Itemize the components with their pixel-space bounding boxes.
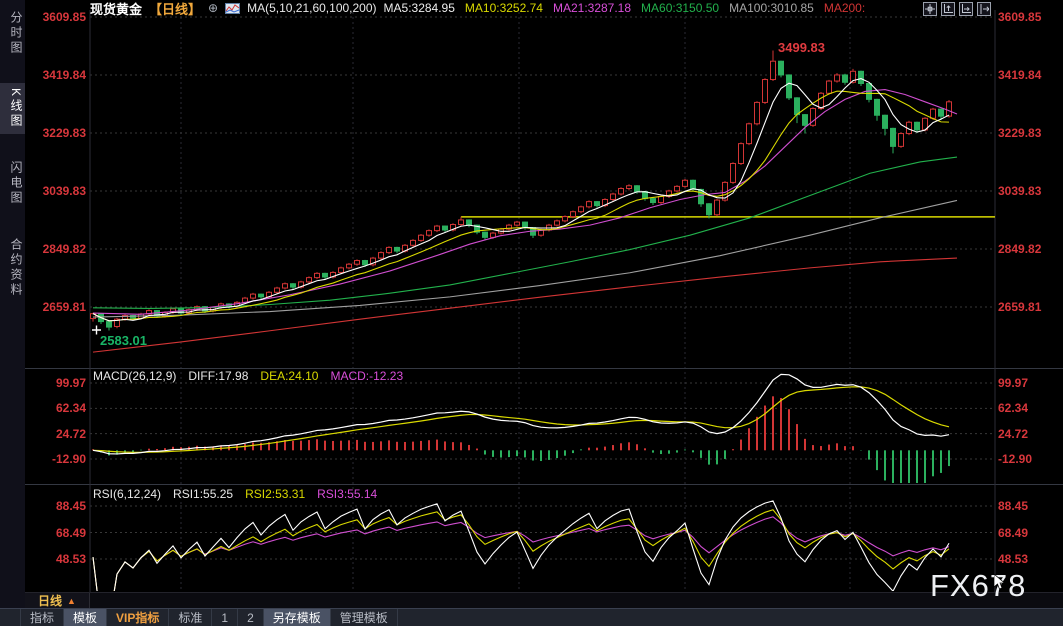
ma-settings-label: MA(5,10,21,60,100,200) — [247, 1, 377, 15]
sidebar: 分时图 K线图闪电图合约资料 — [0, 0, 25, 608]
macd-axis-label-left: 99.97 — [55, 376, 86, 390]
rsi-axis-label-left: 48.53 — [55, 552, 86, 566]
mouse-cursor — [994, 574, 1006, 590]
toolbar-tab[interactable]: VIP指标 — [107, 609, 170, 626]
macd-axis-label-right: 62.34 — [998, 401, 1029, 415]
macd-title: MACD(26,12,9) — [93, 369, 177, 383]
ma-readout: MA200: — [823, 1, 866, 15]
price-axis-label-left: 2849.82 — [42, 242, 86, 256]
price-axis-label-right: 3419.84 — [998, 68, 1042, 82]
price-axis-label-left: 3419.84 — [42, 68, 86, 82]
sidebar-item[interactable]: 闪电图 — [0, 156, 25, 211]
price-axis-label-left: 2659.81 — [42, 300, 86, 314]
price-axis-label-left: 3609.85 — [42, 10, 86, 24]
kline-chart-canvas[interactable] — [0, 0, 1063, 626]
rsi-axis-label-right: 48.53 — [998, 552, 1029, 566]
toolbar-tab[interactable]: 1 — [212, 609, 239, 626]
macd-axis-label-right: -12.90 — [998, 452, 1033, 466]
price-axis-label-right: 3039.83 — [998, 184, 1042, 198]
period-tag: 【日线】 — [149, 1, 202, 17]
period-selector[interactable]: 日线 ▲ — [25, 593, 90, 608]
rsi2-readout: RSI2:53.31 — [245, 487, 306, 501]
period-selector-label: 日线 — [38, 594, 63, 608]
fx678-watermark: FX678 — [930, 568, 1027, 603]
rsi-axis-label-left: 88.45 — [55, 499, 86, 513]
sidebar-item[interactable]: 分时图 — [0, 6, 25, 61]
toolbar-tab[interactable]: 指标 — [20, 609, 65, 626]
macd-axis-label-left: -12.90 — [51, 452, 86, 466]
zoom-vertical-icon[interactable] — [941, 2, 955, 16]
sidebar-item[interactable]: K线图 — [0, 83, 25, 135]
add-circle-icon[interactable]: ⊕ — [208, 1, 218, 15]
ma-readout: MA60:3150.50 — [641, 1, 720, 15]
price-axis-label-left: 3229.83 — [42, 126, 86, 140]
bottom-toolbar: 指标 模板 VIP指标 标准 1 2 另存模板 管理模板 — [0, 608, 1063, 626]
toolbar-tab[interactable]: 管理模板 — [331, 609, 398, 626]
rsi-axis-label-right: 68.49 — [998, 526, 1029, 540]
symbol-title: 现货黄金 — [90, 1, 143, 17]
time-axis-strip: 日线 ▲ — [25, 592, 1063, 608]
toolbar-tab[interactable]: 2 — [238, 609, 264, 626]
kline-app-window: 分时图 K线图闪电图合约资料 现货黄金 【日线】 ⊕ MA(5,10,21,60,… — [0, 0, 1063, 626]
chevron-up-icon: ▲ — [67, 595, 76, 606]
ma-readout: MA5:3284.95 — [383, 1, 455, 15]
high-price-annotation: 3499.83 — [778, 40, 825, 55]
rsi-axis-label-left: 68.49 — [55, 526, 86, 540]
price-axis-label-right: 2659.81 — [998, 300, 1042, 314]
sidebar-item[interactable]: 合约资料 — [0, 233, 25, 303]
macd-axis-label-left: 62.34 — [55, 401, 86, 415]
macd-bar-readout: MACD:-12.23 — [330, 369, 404, 383]
rsi1-readout: RSI1:55.25 — [173, 487, 234, 501]
ma-readout: MA21:3287.18 — [552, 1, 632, 15]
ma-readout: MA100:3010.85 — [729, 1, 814, 15]
ma-readout: MA10:3252.74 — [464, 1, 543, 15]
toolbar-tab[interactable]: 模板 — [64, 609, 108, 626]
macd-diff-readout: DIFF:17.98 — [188, 369, 249, 383]
price-axis-label-right: 3609.85 — [998, 10, 1042, 24]
rsi-axis-label-right: 88.45 — [998, 499, 1029, 513]
macd-panel-header: MACD(26,12,9) DIFF:17.98 DEA:24.10 MACD:… — [93, 369, 403, 383]
ma-readouts: MA5:3284.95 MA10:3252.74 MA21:3287.18 MA60:… — [384, 1, 866, 15]
price-axis-label-right: 3229.83 — [998, 126, 1042, 140]
rsi3-readout: RSI3:55.14 — [317, 487, 378, 501]
chart-tool-icons — [923, 2, 991, 16]
price-axis-label-right: 2849.82 — [998, 242, 1042, 256]
toolbar-tab[interactable]: 标准 — [169, 609, 213, 626]
macd-axis-label-right: 24.72 — [998, 427, 1029, 441]
chart-header: 现货黄金 【日线】 ⊕ MA(5,10,21,60,100,200) MA5:3… — [90, 0, 866, 17]
rsi-panel-header: RSI(6,12,24) RSI1:55.25 RSI2:53.31 RSI3:… — [93, 487, 377, 501]
toolbar-tab[interactable]: 另存模板 — [263, 609, 331, 626]
price-axis-label-left: 3039.83 — [42, 184, 86, 198]
chart-type-icon[interactable] — [225, 2, 241, 14]
pan-right-icon[interactable] — [977, 2, 991, 16]
low-price-annotation: 2583.01 — [100, 333, 147, 348]
zoom-horizontal-icon[interactable] — [959, 2, 973, 16]
rsi-title: RSI(6,12,24) — [93, 487, 162, 501]
macd-axis-label-left: 24.72 — [55, 427, 86, 441]
macd-dea-readout: DEA:24.10 — [260, 369, 319, 383]
crosshair-tool-icon[interactable] — [923, 2, 937, 16]
macd-axis-label-right: 99.97 — [998, 376, 1029, 390]
